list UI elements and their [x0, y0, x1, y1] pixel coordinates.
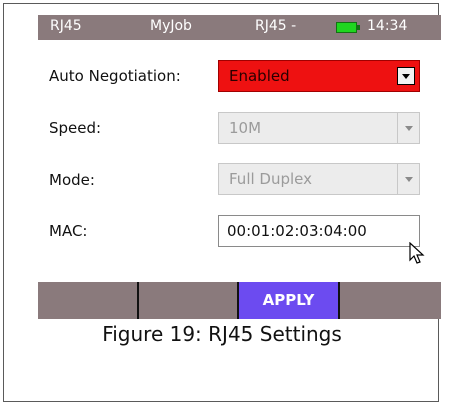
softkey-toolbar: APPLY	[38, 282, 441, 319]
mouse-cursor-icon	[409, 242, 425, 264]
softkey-4-button[interactable]	[340, 282, 441, 319]
auto-negotiation-label: Auto Negotiation:	[49, 67, 181, 85]
status-bar: RJ45 MyJob RJ45 - 14:34	[38, 15, 441, 40]
mode-label: Mode:	[49, 171, 95, 189]
mode-select[interactable]: Full Duplex	[218, 163, 420, 195]
apply-button[interactable]: APPLY	[239, 282, 340, 319]
auto-negotiation-value: Enabled	[229, 67, 290, 85]
battery-icon	[336, 22, 357, 33]
dropdown-arrow-icon[interactable]	[397, 67, 415, 85]
figure-caption: Figure 19: RJ45 Settings	[102, 322, 342, 346]
status-job: MyJob	[150, 18, 192, 34]
status-time: 14:34	[367, 18, 408, 34]
figure-frame: RJ45 MyJob RJ45 - 14:34 Auto Negotiation…	[3, 3, 441, 402]
auto-negotiation-select[interactable]: Enabled	[218, 60, 420, 92]
chevron-down-icon	[397, 164, 419, 194]
device-screen: RJ45 MyJob RJ45 - 14:34 Auto Negotiation…	[38, 15, 441, 319]
softkey-2-button[interactable]	[139, 282, 239, 319]
mode-value: Full Duplex	[229, 170, 313, 188]
status-mode: RJ45 -	[255, 18, 297, 34]
speed-value: 10M	[229, 119, 262, 137]
status-port: RJ45	[50, 18, 82, 34]
battery-tip-icon	[357, 25, 360, 30]
mac-input[interactable]: 00:01:02:03:04:00	[218, 215, 420, 247]
softkey-1-button[interactable]	[38, 282, 139, 319]
mac-label: MAC:	[49, 222, 88, 240]
speed-select[interactable]: 10M	[218, 112, 420, 144]
chevron-down-icon	[397, 113, 419, 143]
speed-label: Speed:	[49, 119, 102, 137]
mac-value: 00:01:02:03:04:00	[227, 222, 367, 240]
